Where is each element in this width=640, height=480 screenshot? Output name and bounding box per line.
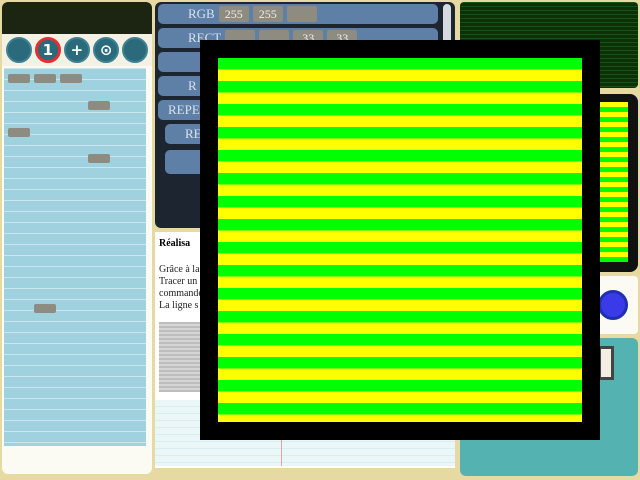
tool-button-5[interactable] [122,37,149,63]
help-text: Tracer un [159,276,198,287]
drawing-canvas[interactable] [200,40,600,440]
command-value[interactable]: 255 [252,6,283,22]
run-button[interactable] [598,290,628,320]
preview-area [2,2,152,34]
add-icon[interactable]: + [63,37,90,63]
grid-chip [34,74,56,83]
tool-button-number[interactable]: 1 [34,37,61,63]
tool-toolbar: 1 + ⊙ [2,34,152,66]
help-text: Grâce à la [159,264,200,275]
grid-chip [88,101,110,110]
sprite-grid[interactable] [4,68,146,446]
tool-button-1[interactable] [5,37,32,63]
grid-chip [88,154,110,163]
command-value[interactable]: 255 [218,6,249,22]
grid-chip [8,74,30,83]
canvas-stripes [218,58,582,422]
help-title: Réalisa [159,238,191,249]
command-value[interactable] [286,6,317,22]
stripe-thumbnail [600,102,628,262]
target-icon[interactable]: ⊙ [93,37,120,63]
grid-chip [8,128,30,137]
help-text: commande [159,288,203,299]
grid-chip [60,74,82,83]
slot-icon[interactable] [598,346,614,380]
command-label: R [188,78,197,93]
command-label: REPE [168,102,200,117]
command-label: RGB [188,6,215,21]
command-rgb[interactable]: RGB 255 255 [158,4,438,24]
help-text: La ligne s [159,300,199,311]
grid-chip [34,304,56,313]
